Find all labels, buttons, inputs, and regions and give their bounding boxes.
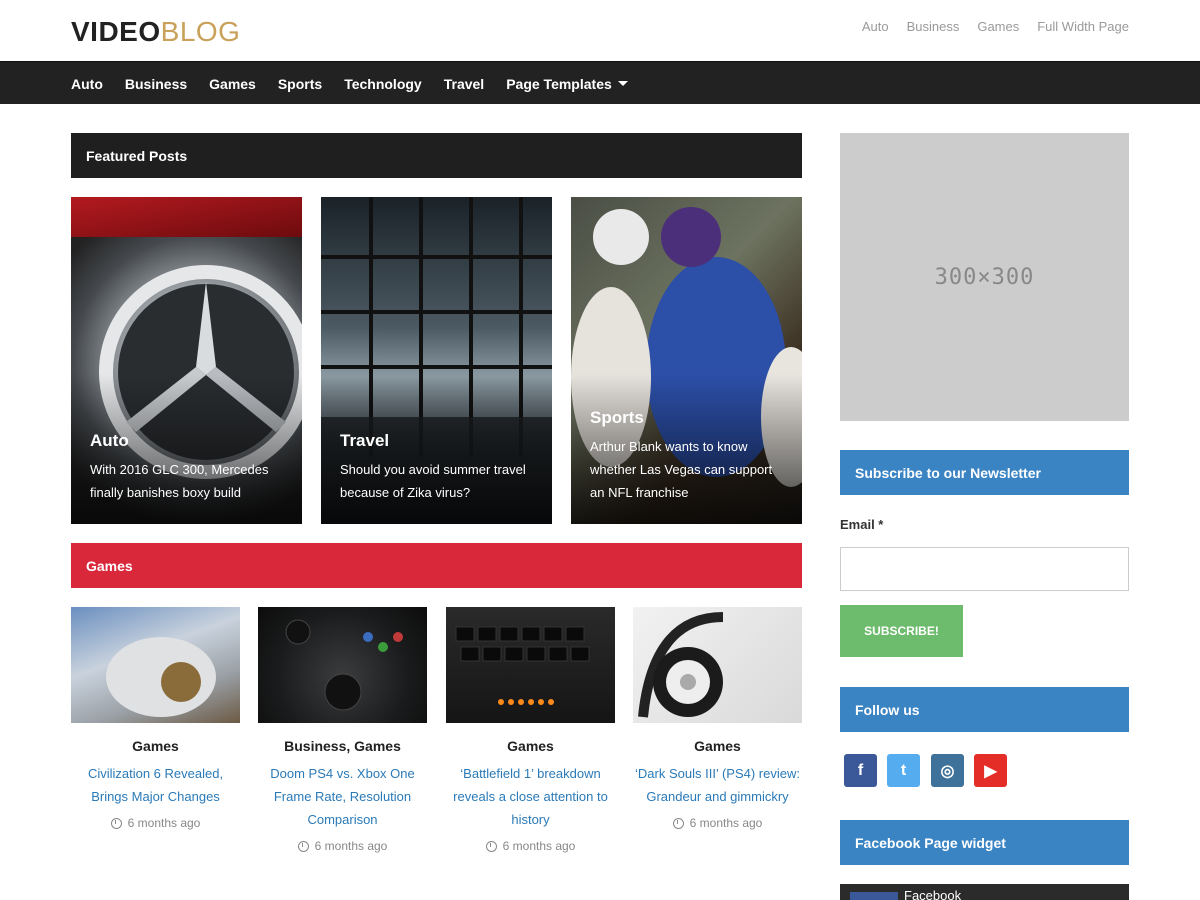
newsletter-heading: Subscribe to our Newsletter [840,450,1129,495]
nav-item-page-templates[interactable]: Page Templates [506,76,628,92]
top-link-games[interactable]: Games [977,19,1019,34]
twitter-icon[interactable]: t [887,754,920,787]
youtube-icon[interactable]: ▶ [974,754,1007,787]
chevron-down-icon [617,81,628,86]
post-time-text: 6 months ago [689,816,763,830]
site-logo[interactable]: VIDEOBLOG [71,15,240,49]
post-title-link[interactable]: Civilization 6 Revealed, Brings Major Ch… [71,762,240,808]
clock-icon [110,817,122,829]
post-time-text: 6 months ago [502,839,576,853]
games-post-1: Games Civilization 6 Revealed, Brings Ma… [71,607,240,830]
post-time: 6 months ago [258,839,427,853]
post-title-link[interactable]: ‘Dark Souls III’ (PS4) review: Grandeur … [633,762,802,808]
top-link-business[interactable]: Business [907,19,960,34]
instagram-glyph: ◎ [940,762,955,780]
page-templates-label: Page Templates [506,75,612,92]
facebook-icon[interactable]: f [844,754,877,787]
instagram-icon[interactable]: ◎ [931,754,964,787]
twitter-glyph: t [900,761,907,779]
nav-item-technology[interactable]: Technology [344,76,422,92]
post-title-link[interactable]: Doom PS4 vs. Xbox One Frame Rate, Resolu… [258,762,427,831]
games-section-heading: Games [71,543,802,588]
ad-placeholder[interactable]: 300×300 [840,133,1129,421]
email-label: Email * [840,517,884,532]
astronaut-image[interactable] [71,607,240,723]
facebook-page-embed[interactable]: Facebook [840,884,1129,900]
post-time-text: 6 months ago [127,816,201,830]
top-links: Auto Business Games Full Width Page [862,19,1129,34]
post-title-link[interactable]: ‘Battlefield 1’ breakdown reveals a clos… [446,762,615,831]
post-category[interactable]: Games [71,738,240,754]
nav-item-travel[interactable]: Travel [444,76,484,92]
nav-item-games[interactable]: Games [209,76,256,92]
facebook-avatar [850,892,898,900]
post-time: 6 months ago [446,839,615,853]
post-time: 6 months ago [633,816,802,830]
featured-title-auto[interactable]: With 2016 GLC 300, Mercedes finally bani… [90,458,290,504]
featured-card-auto[interactable]: Auto With 2016 GLC 300, Mercedes finally… [71,197,302,524]
games-post-3: Games ‘Battlefield 1’ breakdown reveals … [446,607,615,853]
featured-title-sports[interactable]: Arthur Blank wants to know whether Las V… [590,435,790,504]
gamepad-image[interactable] [258,607,427,723]
nav-item-business[interactable]: Business [125,76,187,92]
subscribe-button[interactable]: SUBSCRIBE! [840,605,963,657]
facebook-glyph: f [857,761,864,779]
logo-bold-text: VIDEO [71,16,161,47]
post-time-text: 6 months ago [314,839,388,853]
keyboard-image[interactable] [446,607,615,723]
follow-us-heading: Follow us [840,687,1129,732]
post-category[interactable]: Games [446,738,615,754]
headphones-image[interactable] [633,607,802,723]
clock-icon [485,840,497,852]
featured-posts-heading: Featured Posts [71,133,802,178]
facebook-embed-title: Facebook [904,888,962,900]
post-time: 6 months ago [71,816,240,830]
featured-category-sports: Sports [590,408,644,427]
main-navigation: Auto Business Games Sports Technology Tr… [0,61,1200,104]
featured-card-travel[interactable]: Travel Should you avoid summer travel be… [321,197,552,524]
featured-category-auto: Auto [90,431,129,450]
site-header: VIDEOBLOG Auto Business Games Full Width… [0,0,1200,61]
featured-title-travel[interactable]: Should you avoid summer travel because o… [340,458,540,504]
clock-icon [672,817,684,829]
clock-icon [297,840,309,852]
games-post-4: Games ‘Dark Souls III’ (PS4) review: Gra… [633,607,802,830]
top-link-full-width-page[interactable]: Full Width Page [1037,19,1129,34]
nav-item-sports[interactable]: Sports [278,76,322,92]
featured-card-sports[interactable]: Sports Arthur Blank wants to know whethe… [571,197,802,524]
youtube-glyph: ▶ [984,762,997,780]
facebook-widget-heading: Facebook Page widget [840,820,1129,865]
post-category[interactable]: Business, Games [258,738,427,754]
top-link-auto[interactable]: Auto [862,19,889,34]
games-post-2: Business, Games Doom PS4 vs. Xbox One Fr… [258,607,427,853]
nav-item-auto[interactable]: Auto [71,76,103,92]
post-category[interactable]: Games [633,738,802,754]
logo-light-text: BLOG [160,16,241,47]
featured-category-travel: Travel [340,431,390,450]
email-field[interactable] [840,547,1129,591]
